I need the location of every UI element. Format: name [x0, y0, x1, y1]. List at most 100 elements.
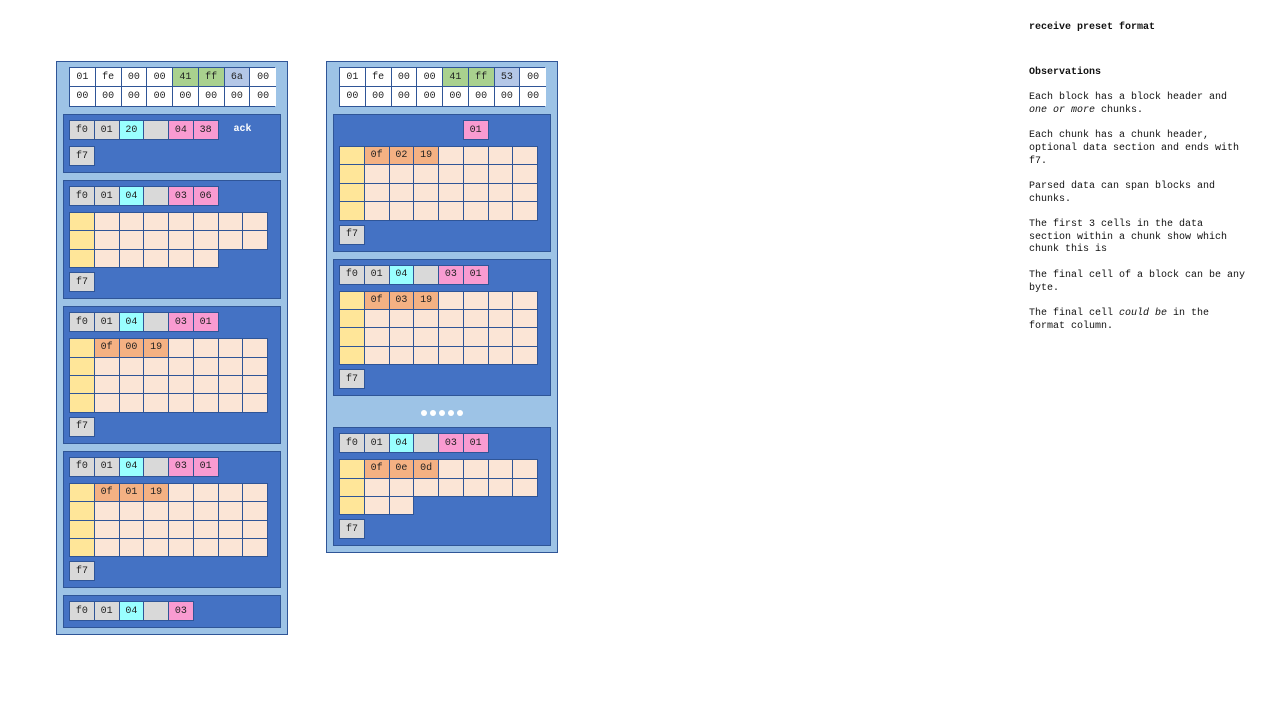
block-2: 01 fe 00 00 41 ff 53 00 00 00 00 00 00 00 00 00 01 0f 02 19…	[326, 61, 558, 554]
data-cell	[93, 212, 120, 232]
format-cell	[69, 501, 95, 521]
block-header-cell: 00	[417, 68, 443, 87]
data-cell	[217, 230, 244, 250]
data-cell	[118, 374, 145, 395]
data-row	[339, 495, 545, 516]
data-cell	[143, 393, 169, 413]
block-header-cell: 00	[391, 68, 418, 87]
observation-emphasis: one or more	[1029, 104, 1096, 116]
chunk-header-cell: 01	[192, 456, 219, 477]
data-cell	[168, 537, 194, 558]
data-cell	[487, 164, 514, 184]
data-row	[69, 501, 275, 521]
data-cell	[93, 537, 120, 558]
data-cell	[217, 356, 244, 376]
format-cell	[69, 537, 95, 558]
block-header-cell: fe	[365, 68, 392, 87]
block-header-cell: 00	[224, 87, 251, 106]
format-cell	[69, 482, 95, 503]
block-header-cell: 00	[250, 68, 276, 87]
data-cell	[192, 212, 219, 232]
chunk: f0 01 04 03	[63, 595, 281, 629]
data-cell	[192, 519, 219, 539]
block-header-cell: 00	[340, 87, 366, 106]
data-cell	[512, 308, 538, 329]
data-cell	[192, 338, 219, 358]
data-cell	[388, 345, 415, 366]
chunk: f0 01 20 04 38 ack f7	[63, 114, 281, 173]
chunk-header-cell	[143, 120, 169, 140]
data-cell: 0d	[413, 459, 439, 479]
data-cell: 03	[388, 290, 415, 310]
chunk: f0 01 04 03 06 f7	[63, 180, 281, 300]
data-cell	[168, 501, 194, 521]
data-cell	[438, 290, 464, 310]
block-header-cell: 00	[173, 87, 199, 106]
data-cell	[512, 201, 538, 221]
data-cell: 0f	[363, 459, 390, 479]
data-row	[69, 248, 275, 269]
data-cell	[217, 374, 244, 395]
dot	[430, 410, 436, 417]
data-cell	[462, 290, 489, 310]
chunk-header-cell: 01	[93, 601, 120, 622]
data-cell	[438, 201, 464, 221]
data-cell	[462, 164, 489, 184]
block-header-cell: 00	[95, 87, 122, 106]
chunk-header-cell	[413, 433, 439, 454]
chunk: f0 01 04 03 01 0f 00 19 f7	[63, 306, 281, 444]
block-header-cell: 00	[147, 87, 173, 106]
chunk-data-section	[69, 212, 275, 269]
data-cell	[438, 327, 464, 347]
block-header-cell: 00	[417, 87, 443, 106]
data-cell	[118, 356, 145, 376]
data-cell	[168, 356, 194, 376]
chunk-header-cell: f0	[69, 120, 95, 140]
chunk-header-cell	[143, 312, 169, 333]
chunk-header-cell: f0	[69, 456, 95, 477]
block-header-cell: 41	[443, 68, 469, 87]
data-cell	[242, 212, 268, 232]
chunk-header-cell: 03	[168, 186, 194, 206]
data-cell	[462, 459, 489, 479]
data-cell	[487, 459, 514, 479]
data-cell	[487, 182, 514, 203]
format-cell	[339, 477, 365, 497]
observation-emphasis: could be	[1119, 307, 1168, 319]
data-cell	[363, 201, 390, 221]
data-cell	[242, 393, 268, 413]
chunk-header-cell: 03	[168, 601, 194, 622]
format-cell	[339, 182, 365, 203]
format-cell	[339, 459, 365, 479]
data-row	[69, 393, 275, 413]
chunk-header-cell: 04	[168, 120, 194, 140]
format-cell	[69, 230, 95, 250]
block-header-cell: 00	[494, 87, 521, 106]
data-row	[69, 212, 275, 232]
data-cell	[487, 146, 514, 166]
chunk-header: f0 01 20 04 38 ack	[69, 120, 275, 140]
data-cell	[118, 501, 145, 521]
data-cell	[242, 356, 268, 376]
data-cell	[242, 537, 268, 558]
data-row	[69, 230, 275, 250]
chunk-header-cell: 03	[168, 312, 194, 333]
chunk-header-cell: 04	[118, 312, 145, 333]
format-cell	[69, 356, 95, 376]
data-row	[69, 519, 275, 539]
data-cell	[93, 248, 120, 269]
chunk-header: f0 01 04 03 01	[69, 456, 275, 477]
data-cell	[512, 327, 538, 347]
data-cell	[512, 182, 538, 203]
data-cell	[143, 537, 169, 558]
data-row: 0f 02 19	[339, 146, 545, 166]
block-header: 01 fe 00 00 41 ff 53 00 00 00 00 00 00 00 00 00	[339, 67, 546, 107]
chunk-header-cell: 04	[118, 456, 145, 477]
format-cell	[69, 519, 95, 539]
data-cell	[388, 182, 415, 203]
chunk-header-cell: f0	[339, 264, 365, 285]
data-cell	[388, 164, 415, 184]
data-cell	[438, 477, 464, 497]
format-cell	[69, 393, 95, 413]
chunk-header: f0 01 04 03 06	[69, 186, 275, 206]
